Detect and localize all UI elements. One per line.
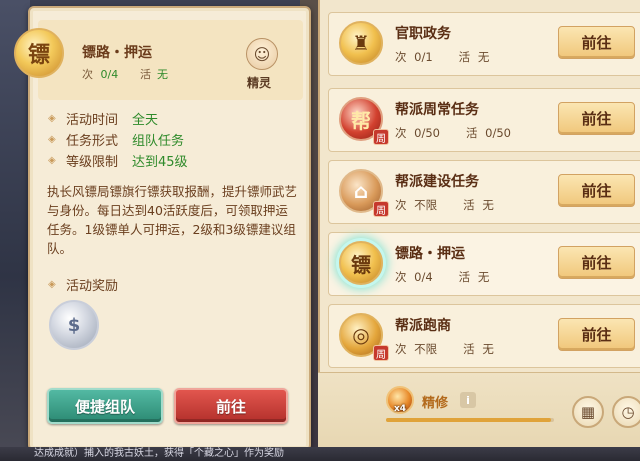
info-value: 组队任务 [132,134,185,149]
task-go-button[interactable]: 前往 [558,318,635,351]
calendar-icon[interactable]: ▦ [572,396,604,428]
count-value: 0/4 [100,68,119,81]
count-value: 不限 [414,198,438,212]
chat-ticker: 达成成就）捕入的我古妖土，获得「个藏之心」作为奖励 [0,447,640,461]
activity-stat: 活无 [140,66,168,82]
activity-value: 0/50 [485,126,511,140]
activity-value: 无 [482,198,494,212]
task-stats: 次 不限 活 无 [395,197,498,213]
info-row-format: ◈ 任务形式 组队任务 [48,129,188,150]
task-stats: 次 0/1 活 无 [395,49,493,65]
task-stats: 次 0/50 活 0/50 [395,125,515,141]
diamond-icon: ◈ [48,113,56,124]
progress-fill [386,418,551,422]
count-value: 0/1 [414,50,433,64]
silver-coin-reward-icon[interactable]: $ [49,300,99,350]
info-label: 活动时间 [66,113,119,128]
count-label: 次 [82,68,93,81]
activity-title: 镖路・押运 [82,45,152,61]
task-go-button[interactable]: 前往 [558,26,635,59]
reward-title-text: 活动奖励 [66,279,119,294]
count-value: 0/50 [414,126,440,140]
jingxiu-progress-bar [386,418,554,422]
count-value: 0/4 [414,270,433,284]
guild-emblem: 帮 [351,108,371,133]
reward-title: ◈ 活动奖励 [48,275,118,294]
diamond-icon: ◈ [48,134,56,145]
activity-value: 无 [477,270,490,284]
task-name: 官职政务 [395,26,451,42]
count-label: 次 [395,198,407,212]
task-card[interactable]: ◎ 周 帮派跑商 次 不限活 无 前往 [328,304,640,368]
task-name: 帮派跑商 [395,318,451,334]
diamond-icon: ◈ [48,279,56,290]
activity-label: 活 [458,270,471,284]
quick-team-button[interactable]: 便捷组队 [47,388,163,424]
activity-description: 执长风镖局镖旗行镖获取报酬，提升镖师武艺与身份。每日达到40活跃度后，可领取押运… [47,184,298,256]
task-card-selected[interactable]: 镖 镖路・押运 次 0/4 活 无 前往 [328,232,640,296]
weekly-badge: 周 [373,345,389,361]
weekly-badge: 周 [373,129,389,145]
weekly-badge: 周 [373,201,389,217]
activity-label: 活 [463,198,475,212]
task-stats: 次 不限 活 无 [395,341,498,357]
info-icon[interactable]: i [460,392,476,408]
activity-label: 活 [465,126,478,140]
count-label: 次 [395,342,407,356]
task-go-button[interactable]: 前往 [558,174,635,207]
activity-value: 无 [482,342,494,356]
jingxiu-label: 精修 [422,396,449,411]
escort-icon: 镖 [14,28,64,78]
diamond-icon: ◈ [48,155,56,166]
official-seal-icon: ♜ [339,21,383,65]
activity-info: ◈ 活动时间 全天 ◈ 任务形式 组队任务 ◈ 等级限制 达到45级 [48,108,188,171]
task-card[interactable]: ⌂ 周 帮派建设任务 次 不限活 无 前往 [328,160,640,224]
info-value: 全天 [132,113,159,128]
activity-label: 活 [458,50,471,64]
task-card[interactable]: ♜ 官职政务 次 0/1 活 无 前往 [328,12,640,76]
activity-label: 活 [140,68,151,81]
task-go-button[interactable]: 前往 [558,246,635,279]
count-value: 不限 [414,342,438,356]
count-label: 次 [395,50,407,64]
info-label: 等级限制 [66,155,119,170]
activity-label: 活 [463,342,475,356]
multiplier-label: x4 [394,404,407,414]
count-stat: 次 0/4 [82,66,118,82]
info-row-level: ◈ 等级限制 达到45级 [48,150,188,171]
info-row-time: ◈ 活动时间 全天 [48,108,188,129]
task-card[interactable]: 帮 周 帮派周常任务 次 0/50 活 0/50 前往 [328,88,640,152]
count-label: 次 [395,126,407,140]
escort-icon: 镖 [339,241,383,285]
task-name: 帮派周常任务 [395,102,479,118]
task-go-button[interactable]: 前往 [558,102,635,135]
count-label: 次 [395,270,407,284]
spirit-icon[interactable]: ☺ [246,38,278,70]
spirit-label[interactable]: 精灵 [247,74,271,91]
task-stats: 次 0/4 活 无 [395,269,493,285]
activity-value: 无 [477,50,490,64]
go-button[interactable]: 前往 [174,388,288,424]
info-value: 达到45级 [132,155,188,170]
info-label: 任务形式 [66,134,119,149]
activity-value: 无 [157,68,168,81]
task-name: 镖路・押运 [395,246,465,262]
clock-icon[interactable]: ◷ [612,396,640,428]
task-name: 帮派建设任务 [395,174,479,190]
